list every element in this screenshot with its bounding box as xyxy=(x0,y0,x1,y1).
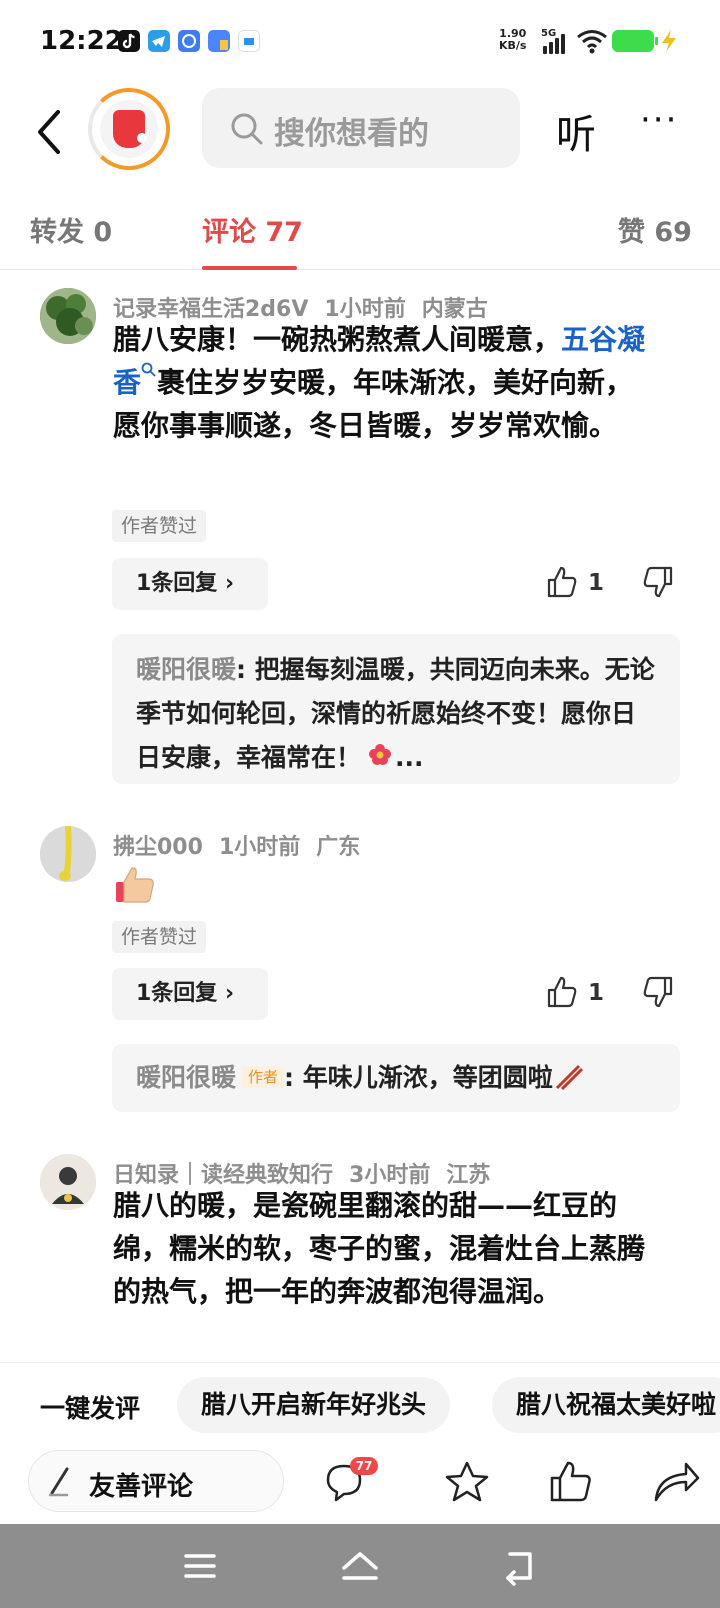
author-liked-badge: 作者赞过 xyxy=(112,921,207,953)
more-button[interactable]: ··· xyxy=(640,100,678,140)
back-button[interactable] xyxy=(30,104,70,160)
comment-username[interactable]: 拂尘000 xyxy=(113,835,203,860)
file-icon xyxy=(208,30,230,52)
author-avatar[interactable] xyxy=(88,88,170,170)
telegram-icon xyxy=(148,30,170,52)
reply-preview[interactable]: 暖阳很暖 作者: 年味儿渐浓，等团圆啦 xyxy=(112,1044,680,1112)
tiktok-icon xyxy=(118,30,140,52)
like-count: 1 xyxy=(588,980,605,1006)
comment-time: 1小时前 xyxy=(218,835,301,860)
chevron-right-icon: › xyxy=(224,981,235,1006)
tab-repost[interactable]: 转发 0 xyxy=(30,210,112,249)
quick-comment-bar: 一键发评 腊八开启新年好兆头 腊八祝福太美好啦 xyxy=(0,1362,720,1446)
search-link-icon xyxy=(141,362,156,377)
flower-emoji-icon xyxy=(365,741,395,771)
battery-icon xyxy=(612,30,658,52)
search-box[interactable]: 搜你想看的 xyxy=(202,88,520,168)
dislike-button[interactable] xyxy=(642,975,682,1015)
comment-text: 腊八安康！一碗热粥熬煮人间暖意，五谷凝香 裹住岁岁安暖，年味渐浓，美好向新，愿你事… xyxy=(113,323,646,442)
message-icon xyxy=(178,30,200,52)
chevron-right-icon: › xyxy=(224,571,235,596)
star-icon[interactable] xyxy=(443,1460,491,1504)
comment-count-badge: 77 xyxy=(350,1457,378,1475)
reply-preview[interactable]: 暖阳很暖: 把握每刻温暖，共同迈向未来。无论季节如何轮回，深情的祈愿始终不变！愿… xyxy=(112,634,680,784)
charging-bolt-icon xyxy=(659,28,679,54)
shield-logo-icon xyxy=(113,110,147,148)
thumbs-down-icon xyxy=(643,566,673,598)
search-placeholder: 搜你想看的 xyxy=(274,116,429,152)
search-icon xyxy=(230,112,264,146)
wifi-icon xyxy=(576,28,608,54)
comment-item: 记录幸福生活2d6V 1小时前 内蒙古 腊八安康！一碗热粥熬煮人间暖意，五谷凝香 裹住… xyxy=(0,270,720,800)
user-avatar[interactable] xyxy=(40,826,96,882)
thumbs-up-icon xyxy=(547,976,577,1008)
view-replies-button[interactable]: 1条回复 › xyxy=(112,968,268,1020)
user-avatar[interactable] xyxy=(40,1154,96,1210)
thumbs-down-icon xyxy=(643,976,673,1008)
author-liked-badge: 作者赞过 xyxy=(112,510,207,542)
tab-bar: 转发 0 评论 77 赞 69 xyxy=(0,192,720,270)
status-bar: 12:22 1.90 KB/s 5G xyxy=(0,0,720,84)
dislike-button[interactable] xyxy=(642,565,682,605)
author-tag: 作者 xyxy=(242,1066,285,1088)
system-nav-bar xyxy=(0,1524,720,1608)
quick-comment-chip[interactable]: 腊八祝福太美好啦 xyxy=(492,1377,720,1433)
chopsticks-emoji-icon xyxy=(553,1060,583,1091)
thumbs-up-emoji-icon xyxy=(114,864,158,908)
home-icon[interactable] xyxy=(340,1546,380,1586)
reply-author-name[interactable]: 暖阳很暖 xyxy=(136,1063,236,1092)
comment-location: 广东 xyxy=(316,835,361,860)
comment-text: 腊八的暖，是瓷碗里翻滚的甜——红豆的绵，糯米的软，枣子的蜜，混着灶台上蒸腾的热气… xyxy=(113,1189,646,1308)
menu-icon[interactable] xyxy=(180,1546,220,1586)
top-header: 搜你想看的 听 ··· xyxy=(0,84,720,192)
comment-item: 拂尘000 1小时前 广东 作者赞过 1条回复 › 1 暖阳很暖 作者: 年味儿渐浓，… xyxy=(0,818,720,1118)
comment-meta: 拂尘000 1小时前 广东 xyxy=(113,829,376,861)
like-count: 1 xyxy=(588,570,605,596)
status-time: 12:22 xyxy=(40,26,123,56)
user-avatar[interactable] xyxy=(40,288,96,344)
view-replies-button[interactable]: 1条回复 › xyxy=(112,558,268,610)
reply-text: 年味儿渐浓，等团圆啦 xyxy=(294,1063,553,1092)
comment-input[interactable]: 友善评论 xyxy=(28,1450,284,1512)
listen-button[interactable]: 听 xyxy=(556,102,596,160)
back-nav-icon[interactable] xyxy=(500,1546,540,1586)
comment-input-label: 友善评论 xyxy=(89,1472,194,1502)
net-speed: 1.90 KB/s xyxy=(499,27,527,52)
thumbs-up-icon xyxy=(547,566,577,598)
thumbs-up-icon[interactable] xyxy=(548,1460,596,1504)
pen-icon xyxy=(47,1467,77,1497)
comment-item: 日知录｜读经典致知行 3小时前 江苏 腊八的暖，是瓷碗里翻滚的甜——红豆的绵，糯米的… xyxy=(0,1140,720,1362)
quick-comment-label: 一键发评 xyxy=(40,1394,141,1423)
app-icon xyxy=(238,30,260,52)
tab-likes[interactable]: 赞 69 xyxy=(618,210,692,249)
quick-comment-chip[interactable]: 腊八开启新年好兆头 xyxy=(177,1377,451,1433)
tab-comments[interactable]: 评论 77 xyxy=(202,210,303,249)
share-icon[interactable] xyxy=(652,1460,700,1504)
reply-author-name[interactable]: 暖阳很暖 xyxy=(136,655,236,684)
cellular-signal-icon: 5G xyxy=(541,28,569,54)
